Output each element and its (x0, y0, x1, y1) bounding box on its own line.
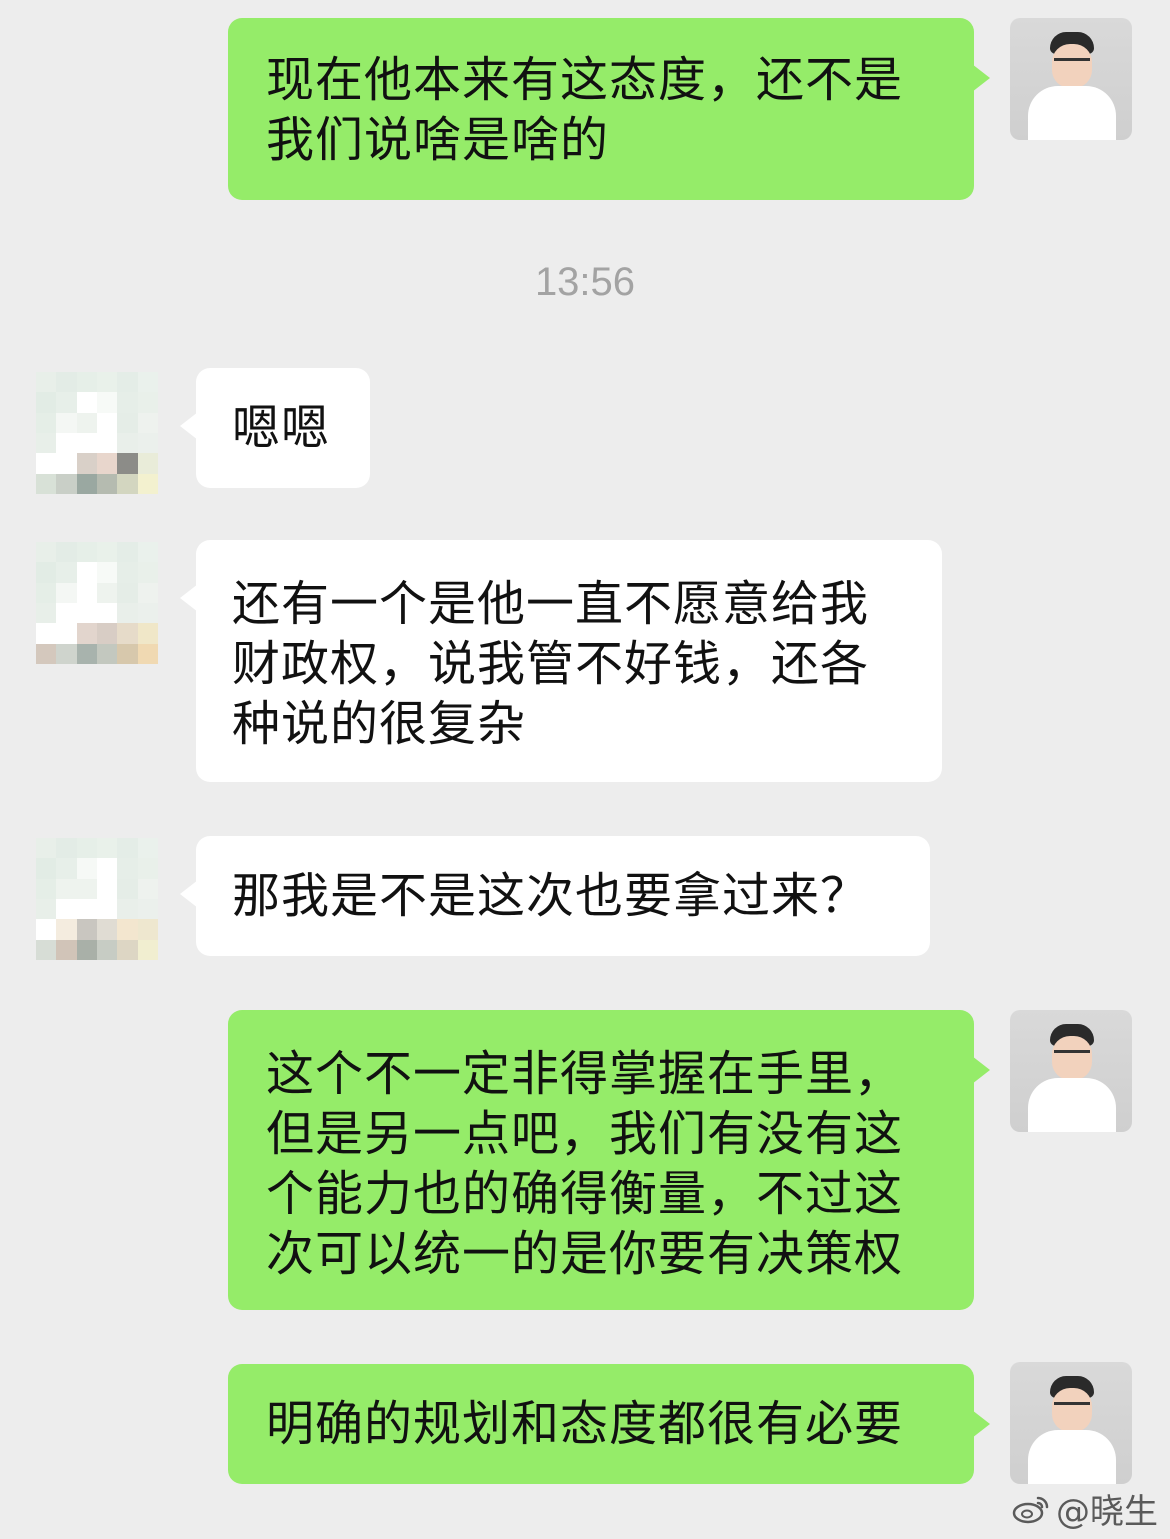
avatar-glasses (1054, 58, 1090, 71)
message-timestamp: 13:56 (534, 260, 636, 304)
avatar-shirt (1028, 1078, 1116, 1132)
message-text: 还有一个是他一直不愿意给我财政权，说我管不好钱，还各种说的很复杂 (232, 576, 870, 752)
message-bubble-outgoing[interactable]: 这个不一定非得掌握在手里，但是另一点吧，我们有没有这个能力也的确得衡量，不过这次… (228, 1010, 990, 1310)
avatar-shirt (1028, 86, 1116, 140)
message-bubble-outgoing[interactable]: 明确的规划和态度都很有必要 (228, 1364, 990, 1484)
message-text: 明确的规划和态度都很有必要 (266, 1396, 904, 1452)
bubble-tail (972, 1410, 990, 1438)
contact-avatar[interactable] (36, 542, 158, 664)
message-bubble-outgoing[interactable]: 现在他本来有这态度，还不是我们说啥是啥的 (228, 18, 990, 200)
avatar-shirt (1028, 1430, 1116, 1484)
my-avatar[interactable] (1010, 18, 1132, 140)
message-text: 那我是不是这次也要拿过来？ (232, 868, 870, 924)
message-text: 现在他本来有这态度，还不是我们说啥是啥的 (266, 52, 904, 168)
avatar-glasses (1054, 1402, 1090, 1415)
chat-conversation: 现在他本来有这态度，还不是我们说啥是啥的 13:56 嗯嗯 还有一个是他一直不愿… (0, 0, 1170, 1539)
message-text: 嗯嗯 (232, 400, 331, 456)
message-bubble-incoming[interactable]: 那我是不是这次也要拿过来？ (180, 836, 930, 956)
bubble-tail (972, 64, 990, 92)
avatar-glasses (1054, 1050, 1090, 1063)
my-avatar[interactable] (1010, 1362, 1132, 1484)
message-bubble-incoming[interactable]: 还有一个是他一直不愿意给我财政权，说我管不好钱，还各种说的很复杂 (180, 540, 942, 782)
bubble-tail (180, 412, 198, 440)
message-text: 这个不一定非得掌握在手里，但是另一点吧，我们有没有这个能力也的确得衡量，不过这次… (266, 1046, 904, 1282)
weibo-watermark: @晓生 (1012, 1484, 1158, 1533)
weibo-icon (1012, 1496, 1049, 1523)
watermark-text: @晓生 (1056, 1492, 1158, 1532)
message-bubble-incoming[interactable]: 嗯嗯 (180, 368, 370, 488)
my-avatar[interactable] (1010, 1010, 1132, 1132)
contact-avatar[interactable] (36, 372, 158, 494)
bubble-tail (972, 1056, 990, 1084)
bubble-tail (180, 584, 198, 612)
contact-avatar[interactable] (36, 838, 158, 960)
bubble-tail (180, 880, 198, 908)
